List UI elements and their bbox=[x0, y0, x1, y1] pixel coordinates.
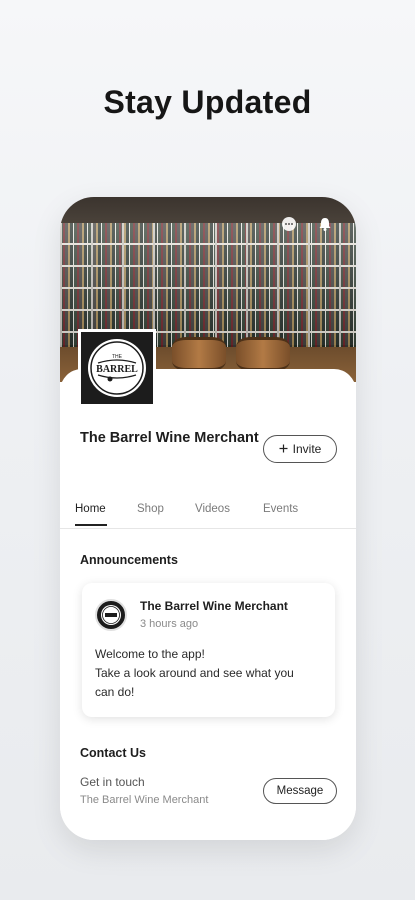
business-logo: THE BARREL bbox=[78, 329, 156, 407]
avatar bbox=[95, 599, 127, 631]
contact-title: Contact Us bbox=[80, 746, 146, 760]
tab-shop[interactable]: Shop bbox=[137, 503, 164, 515]
plus-icon bbox=[279, 442, 288, 456]
barrel-decor bbox=[172, 337, 226, 371]
tab-events[interactable]: Events bbox=[263, 503, 298, 515]
post-author: The Barrel Wine Merchant bbox=[140, 599, 288, 613]
active-tab-indicator bbox=[75, 524, 107, 526]
tab-home[interactable]: Home bbox=[75, 503, 106, 515]
tab-videos[interactable]: Videos bbox=[195, 503, 230, 515]
invite-label: Invite bbox=[292, 442, 322, 456]
contact-subtitle: Get in touch bbox=[80, 775, 145, 789]
chat-icon[interactable] bbox=[280, 215, 298, 233]
announcement-post[interactable]: The Barrel Wine Merchant 3 hours ago Wel… bbox=[82, 583, 335, 717]
business-name: The Barrel Wine Merchant bbox=[80, 430, 259, 446]
svg-text:BARREL: BARREL bbox=[96, 364, 138, 375]
invite-button[interactable]: Invite bbox=[263, 435, 337, 463]
contact-business: The Barrel Wine Merchant bbox=[80, 794, 209, 806]
post-timestamp: 3 hours ago bbox=[140, 618, 199, 630]
phone-mockup: THE BARREL The Barrel Wine Merchant Invi… bbox=[60, 197, 356, 840]
post-body: Welcome to the app! Take a look around a… bbox=[95, 647, 294, 699]
svg-text:THE: THE bbox=[112, 354, 123, 360]
barrel-decor bbox=[236, 337, 290, 371]
bell-icon[interactable] bbox=[316, 215, 334, 233]
message-button[interactable]: Message bbox=[263, 778, 337, 804]
announcements-title: Announcements bbox=[80, 553, 178, 567]
page-headline: Stay Updated bbox=[103, 84, 312, 120]
